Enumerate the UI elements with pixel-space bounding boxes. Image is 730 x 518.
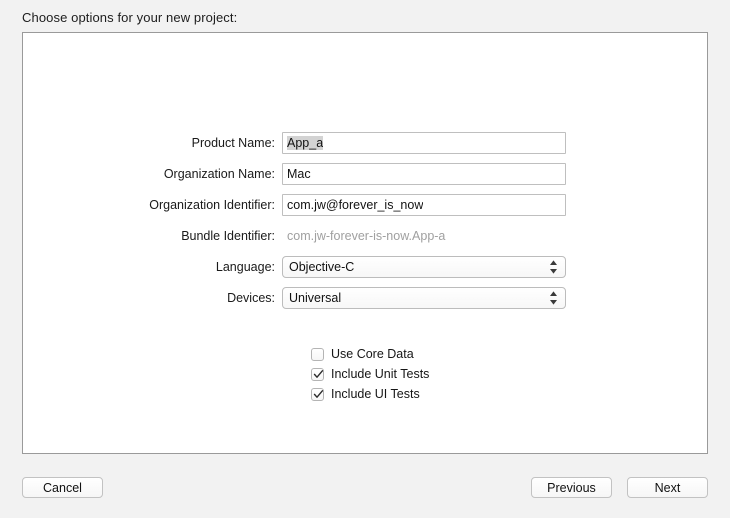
use-core-data-label: Use Core Data [331,347,414,361]
product-name-label: Product Name: [191,135,275,150]
form-row-bundle-identifier: Bundle Identifier: com.jw-forever-is-now… [23,220,709,251]
devices-select[interactable]: Universal [282,286,566,309]
use-core-data-checkbox[interactable] [311,347,324,361]
form-row-language: Language: Objective-C [23,251,709,282]
cancel-button[interactable]: Cancel [22,477,103,498]
devices-field-wrap: Universal [282,286,566,309]
include-ui-tests-checkbox[interactable] [311,387,324,401]
checkmark-icon [313,389,324,398]
include-ui-tests-label: Include UI Tests [331,387,420,401]
language-field-wrap: Objective-C [282,255,566,278]
previous-button[interactable]: Previous [531,477,612,498]
organization-identifier-field-wrap: com.jw@forever_is_now [282,193,566,216]
organization-name-label: Organization Name: [163,166,275,181]
checkbox-row-include-unit-tests[interactable]: Include Unit Tests [311,364,429,384]
devices-label: Devices: [227,290,275,305]
organization-name-value: Mac [287,166,311,181]
next-button[interactable]: Next [627,477,708,498]
product-name-input[interactable]: App_a [282,131,566,154]
organization-identifier-value: com.jw@forever_is_now [287,197,424,212]
include-unit-tests-checkbox[interactable] [311,367,324,381]
devices-value: Universal [289,290,342,305]
bundle-identifier-value: com.jw-forever-is-now.App-a [287,228,446,243]
bundle-identifier-field-wrap: com.jw-forever-is-now.App-a [282,225,566,247]
organization-name-input[interactable]: Mac [282,162,566,185]
checkbox-row-use-core-data[interactable]: Use Core Data [311,344,429,364]
language-value: Objective-C [289,259,355,274]
organization-name-field-wrap: Mac [282,162,566,185]
options-panel: Product Name: App_a Organization Name: M… [22,32,708,454]
form-row-product-name: Product Name: App_a [23,127,709,158]
bundle-identifier-label: Bundle Identifier: [181,228,275,243]
page-title: Choose options for your new project: [22,10,238,25]
organization-identifier-input[interactable]: com.jw@forever_is_now [282,193,566,216]
product-name-field-wrap: App_a [282,131,566,154]
form-row-organization-identifier: Organization Identifier: com.jw@forever_… [23,189,709,220]
chevron-up-down-icon [549,259,558,274]
organization-identifier-label: Organization Identifier: [149,197,275,212]
product-name-value: App_a [287,135,324,150]
project-options-checkboxes: Use Core Data Include Unit Tests Include… [311,344,429,404]
form-row-devices: Devices: Universal [23,282,709,313]
include-unit-tests-label: Include Unit Tests [331,367,430,381]
language-label: Language: [215,259,275,274]
checkbox-row-include-ui-tests[interactable]: Include UI Tests [311,384,429,404]
language-select[interactable]: Objective-C [282,255,566,278]
project-options-form: Product Name: App_a Organization Name: M… [23,127,709,313]
checkmark-icon [313,369,324,378]
chevron-up-down-icon [549,290,558,305]
form-row-organization-name: Organization Name: Mac [23,158,709,189]
